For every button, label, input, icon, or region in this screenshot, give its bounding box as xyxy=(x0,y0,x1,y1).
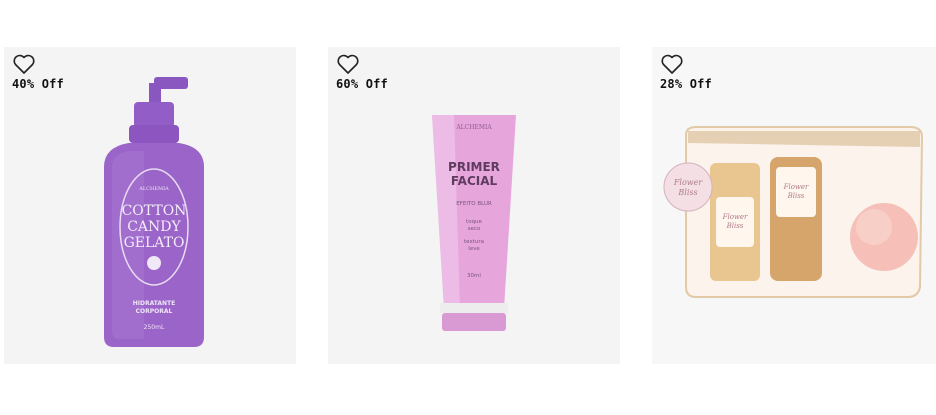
product-name-line: COTTON xyxy=(122,203,187,219)
product-image[interactable]: ALCHEMIA PRIMER FACIAL EFEITO BLUR toque… xyxy=(328,47,620,364)
product-image[interactable]: Flower Bliss Flower Bliss Flower Bliss xyxy=(652,47,936,364)
product-label-line: Flower xyxy=(673,178,704,187)
discount-badge: 40% Off xyxy=(12,77,64,91)
discount-badge: 28% Off xyxy=(660,77,712,91)
product-label-line: Bliss xyxy=(726,222,744,230)
product-feature: textura xyxy=(464,239,484,245)
product-image[interactable]: ALCHEMIA COTTON CANDY GELATO HIDRATANTE … xyxy=(4,47,296,364)
product-card[interactable]: ALCHEMIA COTTON CANDY GELATO HIDRATANTE … xyxy=(4,47,296,364)
product-name-line: GELATO xyxy=(124,235,185,251)
brand-text: ALCHEMIA xyxy=(455,124,492,131)
heart-outline-icon[interactable] xyxy=(336,53,360,75)
product-feature: toque xyxy=(466,219,482,225)
product-label-line: Flower xyxy=(783,183,809,191)
discount-badge: 60% Off xyxy=(336,77,388,91)
product-feature: leve xyxy=(468,246,480,252)
product-type-line: HIDRATANTE xyxy=(133,300,176,307)
product-name-line: CANDY xyxy=(127,219,181,235)
product-type-line: CORPORAL xyxy=(136,308,173,315)
product-name-line: PRIMER xyxy=(448,160,500,174)
product-label-line: Bliss xyxy=(677,188,697,197)
product-size: 30ml xyxy=(467,273,481,279)
product-feature: seco xyxy=(468,226,481,232)
product-card[interactable]: ALCHEMIA PRIMER FACIAL EFEITO BLUR toque… xyxy=(328,47,620,364)
product-card[interactable]: Flower Bliss Flower Bliss Flower Bliss 2… xyxy=(652,47,936,364)
product-effect: EFEITO BLUR xyxy=(456,201,492,207)
product-name-line: FACIAL xyxy=(451,174,498,188)
heart-outline-icon[interactable] xyxy=(660,53,684,75)
product-label-line: Bliss xyxy=(787,192,805,200)
product-size: 250mL xyxy=(144,324,165,331)
brand-text: ALCHEMIA xyxy=(138,186,169,192)
heart-outline-icon[interactable] xyxy=(12,53,36,75)
product-label-line: Flower xyxy=(722,213,748,221)
